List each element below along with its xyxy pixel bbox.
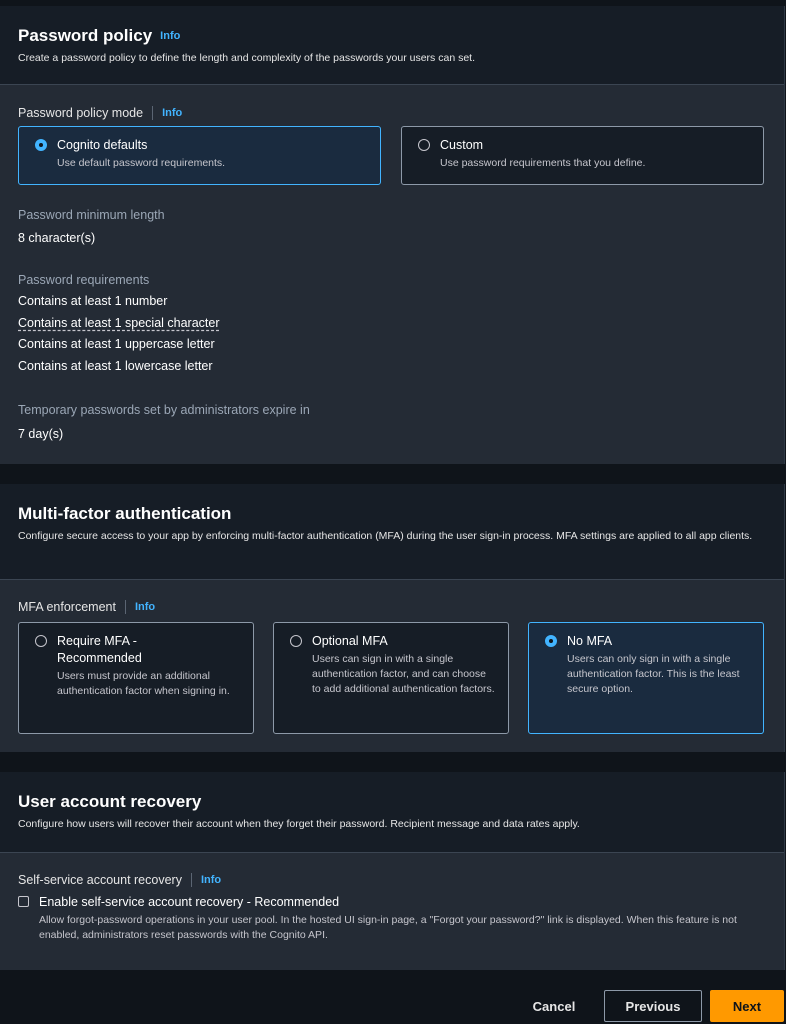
recovery-body: Self-service account recovery Info Enabl… [0, 852, 784, 970]
tile-title: Require MFA - Recommended [57, 634, 142, 665]
recovery-title: User account recovery [18, 792, 202, 811]
requirement-item: Contains at least 1 number [18, 294, 168, 308]
radio-selected-icon[interactable] [35, 139, 47, 151]
self-service-checkbox-label[interactable]: Enable self-service account recovery - R… [39, 894, 749, 911]
temp-password-label: Temporary passwords set by administrator… [18, 403, 310, 417]
tile-title: No MFA [567, 634, 613, 648]
requirement-item: Contains at least 1 lowercase letter [18, 358, 213, 373]
tile-description: Use password requirements that you defin… [440, 156, 646, 169]
mfa-title: Multi-factor authentication [18, 504, 232, 523]
requirements-label: Password requirements [18, 273, 150, 287]
self-service-checkbox-description: Allow forgot-password operations in your… [39, 913, 737, 942]
label-divider [124, 600, 126, 614]
tile-require-mfa[interactable]: Require MFA - Recommended Users must pro… [18, 622, 254, 734]
self-service-checkbox[interactable] [18, 896, 29, 907]
requirement-item-special-character[interactable]: Contains at least 1 special character [18, 313, 220, 335]
recovery-panel: User account recovery Configure how user… [0, 772, 785, 970]
radio-unselected-icon[interactable] [35, 635, 47, 647]
recovery-description: Configure how users will recover their a… [18, 818, 580, 830]
mfa-body: MFA enforcement Info Require MFA - Recom… [0, 579, 784, 752]
label-divider [190, 873, 192, 887]
mfa-enforcement-info-link[interactable]: Info [135, 601, 155, 613]
password-policy-panel: Password policy Info Create a password p… [0, 6, 785, 464]
tile-custom[interactable]: Custom Use password requirements that yo… [401, 126, 764, 185]
tile-description: Users must provide an additional authent… [57, 669, 230, 697]
password-policy-title: Password policy [18, 26, 153, 45]
tile-optional-mfa[interactable]: Optional MFA Users can sign in with a si… [273, 622, 509, 734]
cancel-button[interactable]: Cancel [518, 990, 590, 1022]
tile-cognito-defaults[interactable]: Cognito defaults Use default password re… [18, 126, 381, 185]
tile-title: Optional MFA [312, 634, 388, 648]
tile-description: Users can only sign in with a single aut… [567, 652, 740, 696]
temp-password-value: 7 day(s) [18, 427, 64, 441]
requirement-item: Contains at least 1 uppercase letter [18, 337, 215, 351]
self-service-label: Self-service account recovery [18, 873, 182, 887]
previous-button[interactable]: Previous [604, 990, 702, 1022]
self-service-info-link[interactable]: Info [201, 874, 221, 886]
radio-unselected-icon[interactable] [418, 139, 430, 151]
next-button[interactable]: Next [710, 990, 784, 1022]
password-policy-mode-label: Password policy mode [18, 106, 144, 120]
mfa-panel: Multi-factor authentication Configure se… [0, 484, 785, 752]
password-policy-mode-info-link[interactable]: Info [162, 107, 182, 119]
min-length-value: 8 character(s) [18, 231, 96, 245]
password-policy-description: Create a password policy to define the l… [18, 52, 475, 64]
password-policy-info-link[interactable]: Info [160, 30, 180, 42]
tile-title: Custom [440, 138, 484, 152]
tile-description: Users can sign in with a single authenti… [312, 652, 495, 696]
tile-title: Cognito defaults [57, 138, 148, 152]
radio-selected-icon[interactable] [545, 635, 557, 647]
radio-unselected-icon[interactable] [290, 635, 302, 647]
self-service-checkbox-row[interactable]: Enable self-service account recovery - R… [18, 894, 766, 943]
label-divider [152, 106, 154, 120]
min-length-label: Password minimum length [18, 208, 165, 222]
tile-description: Use default password requirements. [57, 156, 226, 169]
tile-no-mfa[interactable]: No MFA Users can only sign in with a sin… [528, 622, 764, 734]
password-policy-body: Password policy mode Info Cognito defaul… [0, 84, 784, 464]
mfa-enforcement-label: MFA enforcement [18, 600, 116, 614]
mfa-description: Configure secure access to your app by e… [18, 530, 753, 542]
